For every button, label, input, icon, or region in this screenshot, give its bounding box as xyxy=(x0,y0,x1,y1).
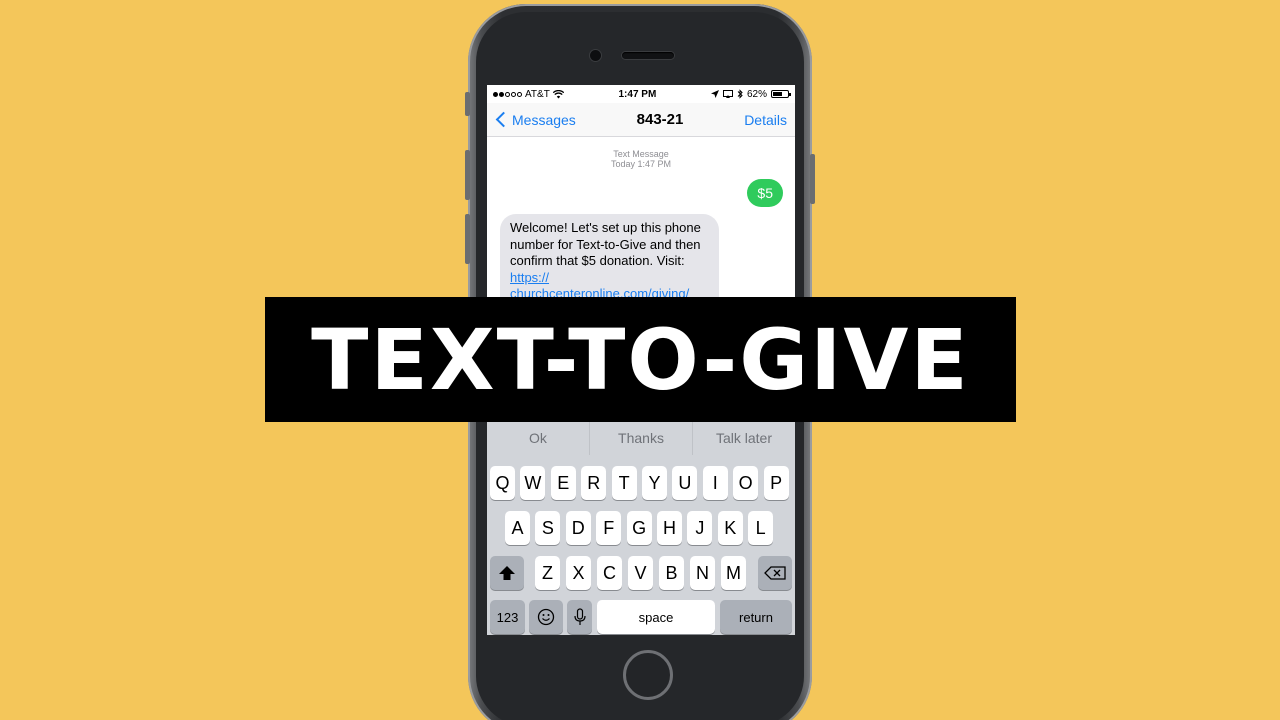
delete-key[interactable] xyxy=(758,556,792,590)
key-l[interactable]: L xyxy=(748,511,774,545)
key-m[interactable]: M xyxy=(721,556,746,590)
navigation-bar: Messages 843-21 Details xyxy=(487,103,795,137)
shift-key[interactable] xyxy=(490,556,524,590)
wifi-icon xyxy=(552,89,564,98)
carrier-label: AT&T xyxy=(525,88,550,100)
key-z[interactable]: Z xyxy=(535,556,560,590)
message-thread[interactable]: Text Message Today 1:47 PM $5 Welcome! L… xyxy=(487,137,795,323)
key-k[interactable]: K xyxy=(717,511,743,545)
details-button[interactable]: Details xyxy=(744,112,787,128)
bluetooth-icon xyxy=(737,89,743,99)
incoming-message-text: Welcome! Let's set up this phone number … xyxy=(510,220,701,268)
key-x[interactable]: X xyxy=(566,556,591,590)
front-camera xyxy=(590,50,601,61)
volume-down-button xyxy=(465,214,470,264)
backspace-icon xyxy=(764,566,786,580)
emoji-key[interactable] xyxy=(529,600,563,634)
screen-mirroring-icon xyxy=(722,90,733,98)
key-y[interactable]: Y xyxy=(642,466,667,500)
status-right: 62% xyxy=(710,88,791,100)
numbers-key[interactable]: 123 xyxy=(490,600,525,634)
title-banner: TEXT-TO-GIVE xyxy=(265,297,1016,422)
suggestion-talk-later[interactable]: Talk later xyxy=(693,421,795,455)
key-t[interactable]: T xyxy=(611,466,637,500)
microphone-icon xyxy=(573,608,586,625)
key-o[interactable]: O xyxy=(733,466,759,500)
volume-up-button xyxy=(465,150,470,200)
location-icon xyxy=(710,90,719,98)
emoji-face-icon xyxy=(537,608,555,626)
status-bar: AT&T 1:47 PM 62% xyxy=(487,85,795,103)
key-a[interactable]: A xyxy=(505,511,530,545)
key-p[interactable]: P xyxy=(763,466,789,500)
chevron-left-icon xyxy=(495,111,512,128)
key-w[interactable]: W xyxy=(520,466,546,500)
suggestion-ok[interactable]: Ok xyxy=(487,421,590,455)
message-type-label: Text Message xyxy=(613,149,669,159)
key-v[interactable]: V xyxy=(628,556,653,590)
message-timestamp: Text Message Today 1:47 PM xyxy=(487,149,795,169)
earpiece-speaker xyxy=(622,52,674,59)
battery-percent: 62% xyxy=(746,88,767,100)
key-q[interactable]: Q xyxy=(490,466,515,500)
key-h[interactable]: H xyxy=(657,511,682,545)
status-time: 1:47 PM xyxy=(618,88,657,100)
key-c[interactable]: C xyxy=(597,556,622,590)
power-button xyxy=(810,154,815,204)
shift-arrow-icon xyxy=(499,566,515,580)
key-d[interactable]: D xyxy=(565,511,591,545)
key-e[interactable]: E xyxy=(550,466,576,500)
banner-title: TEXT-TO-GIVE xyxy=(311,310,970,409)
battery-icon xyxy=(770,90,791,98)
back-button[interactable]: Messages xyxy=(495,112,576,128)
quicktype-bar: Ok Thanks Talk later xyxy=(487,421,795,455)
key-r[interactable]: R xyxy=(581,466,607,500)
back-label: Messages xyxy=(512,111,576,128)
space-key[interactable]: space xyxy=(597,600,715,634)
key-s[interactable]: S xyxy=(535,511,561,545)
key-u[interactable]: U xyxy=(672,466,698,500)
suggestion-thanks[interactable]: Thanks xyxy=(590,421,693,455)
outgoing-message-bubble[interactable]: $5 xyxy=(747,179,783,207)
signal-icon xyxy=(493,91,522,97)
key-b[interactable]: B xyxy=(659,556,684,590)
keyboard: Ok Thanks Talk later QWERTYUIOP ASDFGHJKL… xyxy=(487,421,795,635)
key-j[interactable]: J xyxy=(687,511,713,545)
mute-switch xyxy=(465,92,470,116)
message-date-label: Today 1:47 PM xyxy=(610,159,672,169)
key-n[interactable]: N xyxy=(690,556,715,590)
conversation-title: 843-21 xyxy=(636,111,684,128)
dictation-key[interactable] xyxy=(567,600,592,634)
status-left: AT&T xyxy=(493,89,564,100)
return-key[interactable]: return xyxy=(720,600,792,634)
key-i[interactable]: I xyxy=(702,466,728,500)
home-button[interactable] xyxy=(623,650,673,700)
key-f[interactable]: F xyxy=(596,511,622,545)
key-g[interactable]: G xyxy=(626,511,652,545)
